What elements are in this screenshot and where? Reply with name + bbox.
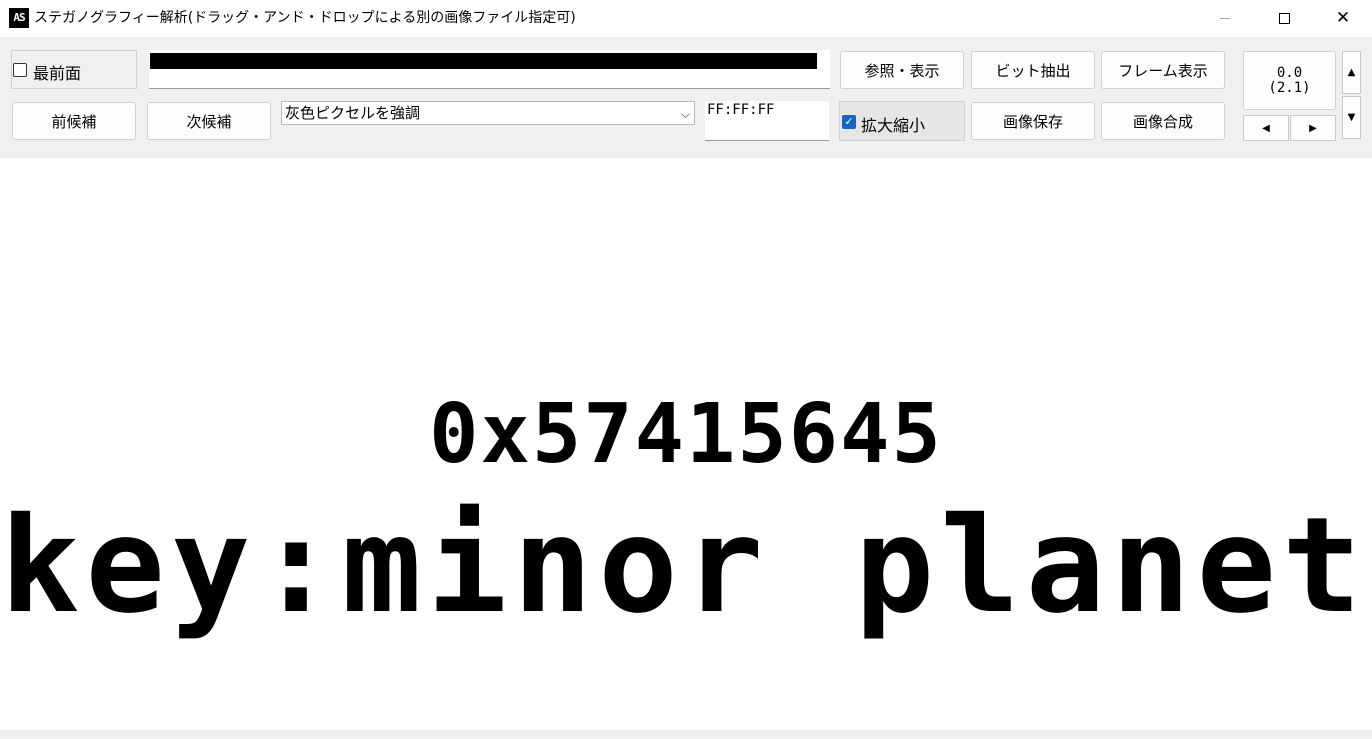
bit-extract-button[interactable]: ビット抽出 <box>971 51 1095 89</box>
progress-fill <box>150 53 818 69</box>
close-icon: ✕ <box>1335 8 1351 28</box>
app-icon: AS <box>9 8 29 28</box>
decoded-hex-text: 0x57415645 <box>429 387 943 482</box>
down-arrow-icon: ▼ <box>1347 112 1356 123</box>
image-canvas[interactable]: 0x57415645 key:minor planets <box>0 158 1372 730</box>
next-candidate-button[interactable]: 次候補 <box>147 102 271 140</box>
frame-display-button[interactable]: フレーム表示 <box>1101 51 1225 89</box>
value-secondary: (2.1) <box>1268 80 1311 96</box>
topmost-checkbox[interactable] <box>13 63 27 77</box>
topmost-checkbox-group[interactable]: 最前面 <box>11 50 137 89</box>
maximize-button[interactable] <box>1255 0 1313 37</box>
close-button[interactable]: ✕ <box>1314 0 1372 37</box>
zoom-checkbox-group[interactable]: ✓ 拡大縮小 <box>839 101 965 141</box>
right-arrow-icon: ▶ <box>1309 122 1317 134</box>
minimize-button[interactable] <box>1196 0 1254 37</box>
decoded-key-text: key:minor planets <box>0 489 1372 643</box>
zoom-checkbox[interactable]: ✓ <box>842 115 856 129</box>
zoom-label: 拡大縮小 <box>861 116 926 135</box>
compose-image-button[interactable]: 画像合成 <box>1101 102 1225 140</box>
up-arrow-icon: ▲ <box>1347 67 1356 78</box>
value-display[interactable]: 0.0 (2.1) <box>1243 51 1336 110</box>
scroll-up-button[interactable]: ▲ <box>1342 51 1361 94</box>
left-button[interactable]: ◀ <box>1243 115 1289 141</box>
title-bar: AS ステガノグラフィー解析(ドラッグ・アンド・ドロップによる別の画像ファイル指… <box>0 0 1372 37</box>
window-title: ステガノグラフィー解析(ドラッグ・アンド・ドロップによる別の画像ファイル指定可) <box>34 10 576 26</box>
progress-bar <box>149 50 830 89</box>
status-bar <box>0 730 1372 739</box>
maximize-icon <box>1278 13 1290 24</box>
browse-button[interactable]: 参照・表示 <box>840 51 964 89</box>
mode-select[interactable]: 灰色ピクセルを強調 ⌵ <box>281 101 695 125</box>
left-arrow-icon: ◀ <box>1262 122 1270 134</box>
color-value-field[interactable]: FF:FF:FF <box>705 101 829 141</box>
scroll-down-button[interactable]: ▼ <box>1342 96 1361 139</box>
toolbar: 最前面 参照・表示 ビット抽出 フレーム表示 0.0 (2.1) ▲ 前候補 次… <box>0 37 1372 158</box>
right-button[interactable]: ▶ <box>1290 115 1336 141</box>
topmost-label: 最前面 <box>33 64 82 83</box>
chevron-down-icon: ⌵ <box>680 107 690 121</box>
minimize-icon <box>1220 18 1230 19</box>
value-primary: 0.0 <box>1276 65 1303 81</box>
save-image-button[interactable]: 画像保存 <box>971 102 1095 140</box>
mode-select-value: 灰色ピクセルを強調 <box>285 104 421 122</box>
prev-candidate-button[interactable]: 前候補 <box>12 102 136 140</box>
